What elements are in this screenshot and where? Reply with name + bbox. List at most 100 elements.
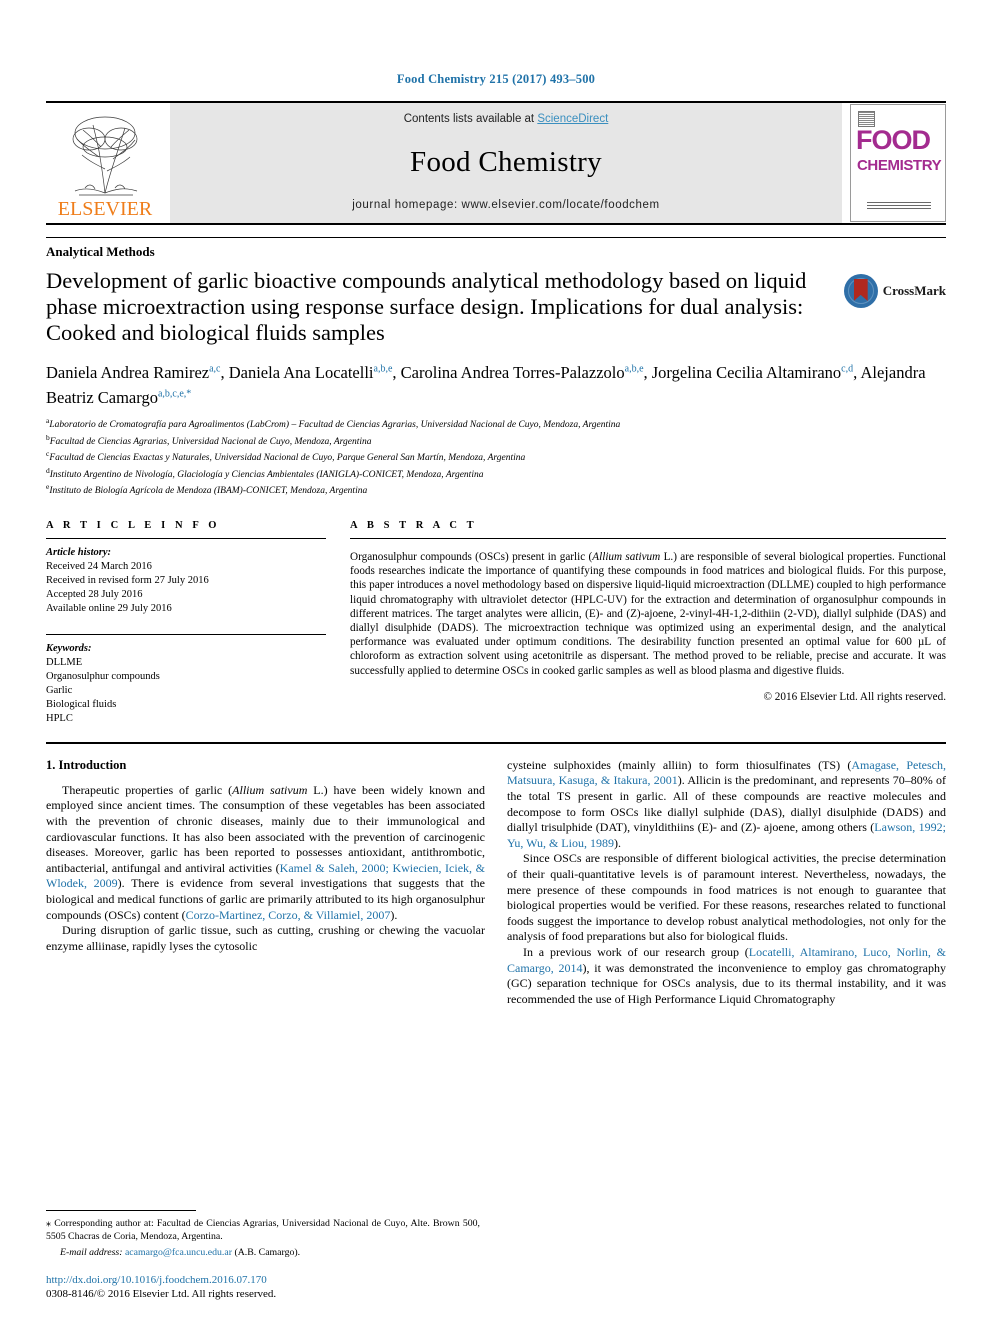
author-affiliation-marker: a,b,e — [624, 363, 644, 374]
contents-label: Contents lists available at — [403, 113, 538, 125]
article-info-rule — [46, 537, 326, 539]
affiliation-item: cFacultad de Ciencias Exactas y Naturale… — [46, 448, 946, 465]
affiliation-item: eInstituto de Biología Agrícola de Mendo… — [46, 481, 946, 498]
doi-block: http://dx.doi.org/10.1016/j.foodchem.201… — [46, 1273, 480, 1301]
paragraph: Therapeutic properties of garlic (Allium… — [46, 783, 485, 923]
article-history-item: Accepted 28 July 2016 — [46, 588, 143, 600]
elsevier-logo: ELSEVIER — [46, 103, 164, 223]
article-history-item: Available online 29 July 2016 — [46, 602, 172, 614]
species-name: Allium sativum — [232, 782, 308, 797]
elsevier-tree-icon — [72, 116, 138, 196]
author-separator: , — [220, 362, 229, 382]
abstract-species-name: Allium sativum — [592, 551, 661, 563]
abstract-copyright: © 2016 Elsevier Ltd. All rights reserved… — [763, 691, 947, 704]
abstract-part: Organosulphur compounds (OSCs) present i… — [350, 551, 593, 563]
author-entry: Daniela Ana Locatellia,b,e, — [229, 363, 401, 382]
affiliation-text: Facultad de Ciencias Exactas y Naturales… — [49, 453, 526, 464]
abstract-part: L.) are responsible of several biologica… — [350, 551, 946, 677]
author-name: Daniela Andrea Ramirez — [46, 362, 210, 382]
paragraph-part: cysteine sulphoxides (mainly alliin) to … — [507, 757, 852, 772]
article-history-item: Received 24 March 2016 — [46, 560, 152, 572]
title-block: Development of garlic bioactive compound… — [46, 268, 946, 346]
journal-masthead: ELSEVIER Contents lists available at Sci… — [46, 101, 946, 225]
paragraph: During disruption of garlic tissue, such… — [46, 923, 485, 953]
author-affiliation-marker: a,b,c,e,* — [157, 388, 192, 400]
citation-link[interactable]: Corzo-Martinez, Corzo, & Villamiel, 2007 — [186, 908, 391, 922]
body-separator-rule — [46, 741, 946, 744]
keywords-rule — [46, 633, 326, 635]
paragraph: cysteine sulphoxides (mainly alliin) to … — [507, 758, 946, 852]
article-page: Food Chemistry 215 (2017) 493–500 ELSEVI… — [0, 0, 992, 1323]
paragraph-part: In a previous work of our research group… — [523, 944, 749, 959]
keyword-item: Garlic — [46, 684, 73, 696]
affiliation-item: bFacultad de Ciencias Agrarias, Universi… — [46, 432, 946, 449]
author-list: Daniela Andrea Ramireza,c, Daniela Ana L… — [46, 358, 946, 409]
keyword-item: HPLC — [46, 712, 73, 724]
crossmark-icon — [843, 274, 878, 308]
author-entry: Jorgelina Cecilia Altamiranoc,d, — [652, 363, 861, 382]
paragraph: Since OSCs are responsible of different … — [507, 851, 946, 944]
keywords-block: Keywords: DLLME Organosulphur compounds … — [46, 633, 326, 726]
abstract-column: A B S T R A C T Organosulphur compounds … — [350, 520, 946, 726]
affiliation-text: Laboratorio de Cromatografía para Agroal… — [49, 420, 621, 431]
author-affiliation-marker: a,c — [209, 363, 221, 374]
affiliation-item: dInstituto Argentino de Nivología, Glaci… — [46, 465, 946, 482]
crossmark-badge[interactable]: CrossMark — [843, 274, 946, 308]
journal-homepage[interactable]: journal homepage: www.elsevier.com/locat… — [352, 199, 659, 211]
article-history-label: Article history: — [46, 546, 112, 558]
sciencedirect-link[interactable]: ScienceDirect — [537, 113, 608, 125]
author-separator: , — [643, 362, 652, 382]
corresponding-author-text: Corresponding author at: Facultad de Cie… — [46, 1218, 480, 1242]
contents-available-line: Contents lists available at ScienceDirec… — [404, 113, 609, 125]
footnote-block: ⁎ Corresponding author at: Facultad de C… — [46, 1210, 480, 1301]
author-name: Carolina Andrea Torres-Palazzolo — [400, 362, 625, 382]
introduction-heading: 1. Introduction — [46, 757, 127, 772]
doi-link[interactable]: http://dx.doi.org/10.1016/j.foodchem.201… — [46, 1273, 480, 1287]
cover-footer-lines — [867, 202, 931, 211]
author-separator: , — [392, 362, 401, 382]
email-label: E-mail address: — [60, 1247, 123, 1258]
keyword-item: Organosulphur compounds — [46, 670, 160, 682]
paragraph-part: Therapeutic properties of garlic ( — [62, 782, 233, 797]
affiliation-list: aLaboratorio de Cromatografía para Agroa… — [46, 415, 946, 498]
cover-title-line2: CHEMISTRY — [857, 157, 942, 174]
cover-title-line1: FOOD — [856, 125, 931, 155]
journal-title: Food Chemistry — [410, 145, 602, 178]
paragraph-part: ). — [390, 907, 398, 922]
paragraph: In a previous work of our research group… — [507, 945, 946, 1007]
body-columns: 1. Introduction Therapeutic properties o… — [46, 758, 946, 1008]
journal-cover-thumbnail: FOOD CHEMISTRY — [850, 104, 946, 222]
body-column-right: cysteine sulphoxides (mainly alliin) to … — [507, 758, 946, 1008]
author-entry: Daniela Andrea Ramireza,c, — [46, 363, 229, 382]
affiliation-item: aLaboratorio de Cromatografía para Agroa… — [46, 415, 946, 432]
keyword-item: DLLME — [46, 656, 83, 668]
affiliation-text: Instituto de Biología Agrícola de Mendoz… — [49, 486, 368, 497]
page-title: Development of garlic bioactive compound… — [46, 268, 807, 345]
running-head: Food Chemistry 215 (2017) 493–500 — [396, 72, 596, 86]
article-info-column: A R T I C L E I N F O Article history: R… — [46, 520, 326, 726]
article-history-item: Received in revised form 27 July 2016 — [46, 574, 209, 586]
issn-copyright: 0308-8146/© 2016 Elsevier Ltd. All right… — [46, 1288, 277, 1300]
article-info-heading: A R T I C L E I N F O — [46, 519, 221, 531]
abstract-rule — [350, 537, 946, 539]
footnote-rule — [46, 1210, 196, 1211]
affiliation-text: Facultad de Ciencias Agrarias, Universid… — [49, 436, 372, 447]
author-name: Jorgelina Cecilia Altamirano — [651, 362, 842, 382]
affiliation-text: Instituto Argentino de Nivología, Glacio… — [49, 469, 484, 480]
email-owner: (A.B. Camargo). — [234, 1247, 301, 1258]
email-note: E-mail address: acamargo@fca.uncu.edu.ar… — [46, 1246, 480, 1259]
elsevier-wordmark: ELSEVIER — [57, 198, 153, 220]
article-section-tag: Analytical Methods — [46, 237, 946, 260]
info-abstract-row: A R T I C L E I N F O Article history: R… — [46, 520, 946, 726]
abstract-heading: A B S T R A C T — [350, 519, 478, 531]
email-link[interactable]: acamargo@fca.uncu.edu.ar — [125, 1247, 232, 1258]
author-affiliation-marker: a,b,e — [373, 363, 393, 374]
crossmark-label: CrossMark — [882, 283, 946, 298]
author-name: Daniela Ana Locatelli — [228, 362, 374, 382]
author-affiliation-marker: c,d — [841, 363, 854, 374]
body-column-left: 1. Introduction Therapeutic properties o… — [46, 758, 485, 1008]
journal-banner: Contents lists available at ScienceDirec… — [170, 103, 842, 223]
abstract-text: Organosulphur compounds (OSCs) present i… — [350, 550, 946, 678]
asterisk-icon: ⁎ — [46, 1218, 55, 1229]
keywords-label: Keywords: — [46, 642, 92, 654]
